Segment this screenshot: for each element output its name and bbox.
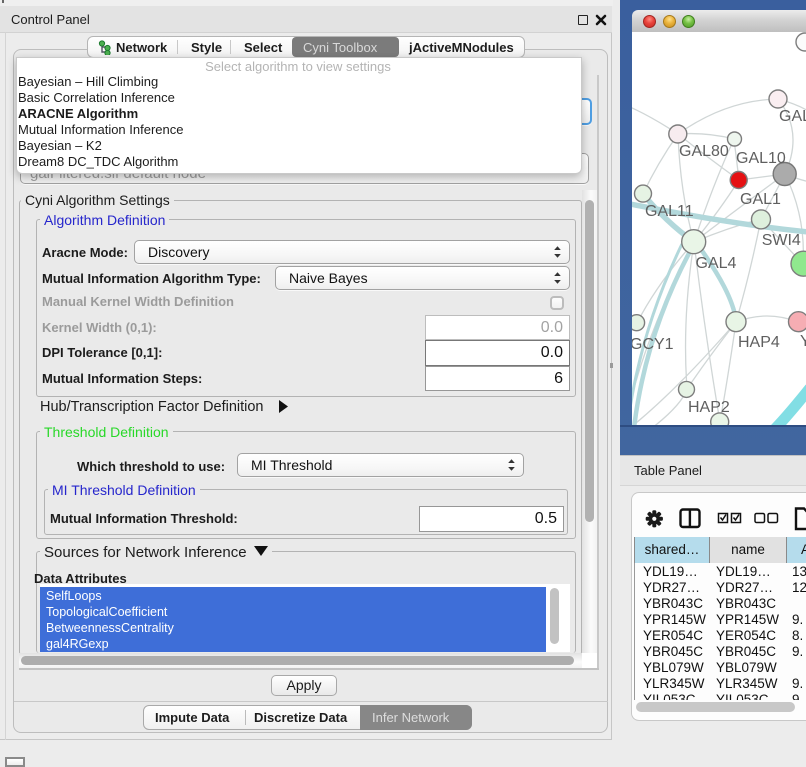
svg-text:GAL11: GAL11 [645, 203, 694, 220]
svg-text:HAP4: HAP4 [738, 334, 780, 351]
svg-text:HAP2: HAP2 [688, 399, 730, 416]
svg-text:GAL7: GAL7 [779, 108, 806, 125]
svg-text:YJ: YJ [800, 333, 806, 350]
svg-text:GAL1: GAL1 [740, 191, 781, 208]
svg-text:GCY1: GCY1 [632, 336, 674, 353]
svg-text:GAL10: GAL10 [736, 150, 786, 167]
svg-text:SWI4: SWI4 [762, 232, 801, 249]
svg-text:GAL4: GAL4 [696, 255, 737, 272]
svg-text:GAL80: GAL80 [679, 143, 729, 160]
